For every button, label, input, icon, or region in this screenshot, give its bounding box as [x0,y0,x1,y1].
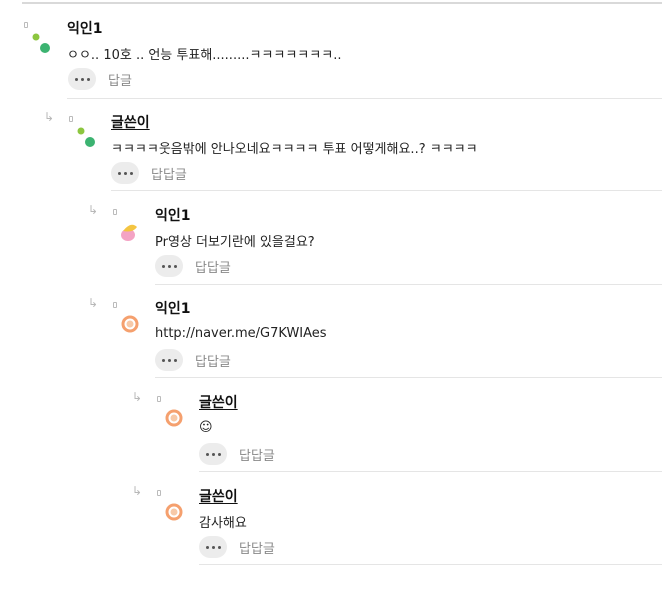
reply-link[interactable]: 답답글 [195,351,231,370]
more-options-button[interactable] [111,162,139,184]
reply-link[interactable]: 답답글 [151,164,187,183]
avatar[interactable] [24,22,58,62]
comment-text: 감사해요 [199,516,247,531]
comment-divider [199,564,662,565]
more-options-button[interactable] [68,68,96,90]
comment-item: ↳ 익인1 http://naver.me/G7KWIAes 답답글 [88,296,662,380]
more-options-button[interactable] [155,349,183,371]
comment-link[interactable]: http://naver.me/G7KWIAes [155,326,327,341]
avatar[interactable] [157,490,191,530]
comment-divider [67,98,662,99]
avatar[interactable] [157,396,191,436]
more-options-button[interactable] [199,443,227,465]
comment-author[interactable]: 글쓴이 [199,486,238,506]
yellow-pink-blob-icon [121,224,137,241]
comment-item: ↳ 글쓴이 감사해요 답답글 [132,484,662,568]
comment-text: ㅇㅇ.. 10호 .. 언능 투표해.........ㅋㅋㅋㅋㅋㅋㅋ.. [67,48,342,63]
green-dots-icon [77,127,95,147]
comment-text: ㅋㅋㅋㅋ웃음밖에 안나오네요ㅋㅋㅋㅋ 투표 어떻게해요..? ㅋㅋㅋㅋ [111,142,478,157]
reply-link[interactable]: 답답글 [239,538,275,557]
top-divider [22,2,662,4]
more-options-button[interactable] [199,536,227,558]
comment-author[interactable]: 익인1 [155,205,191,225]
comment-divider [111,190,662,191]
comment-item: ↳ 글쓴이 ㅋㅋㅋㅋ웃음밖에 안나오네요ㅋㅋㅋㅋ 투표 어떻게해요..? ㅋㅋㅋ… [44,110,662,194]
comment-text: Pr영상 더보기란에 있을걸요? [155,235,315,250]
avatar[interactable] [113,302,147,342]
comment-text: ☺ [199,420,213,435]
comment-author[interactable]: 익인1 [155,298,191,318]
reply-arrow-icon: ↳ [88,296,99,310]
comment-item: ↳ 글쓴이 ☺ 답답글 [132,390,662,474]
orange-ring-icon [165,409,183,427]
comment-author[interactable]: 글쓴이 [111,112,150,132]
reply-link[interactable]: 답글 [108,70,132,89]
comment-divider [155,377,662,378]
comment-item: 익인1 ㅇㅇ.. 10호 .. 언능 투표해.........ㅋㅋㅋㅋㅋㅋㅋ..… [22,18,662,100]
orange-ring-icon [165,503,183,521]
comment-item: ↳ 익인1 Pr영상 더보기란에 있을걸요? 답답글 [88,203,662,287]
comment-divider [199,471,662,472]
comment-author[interactable]: 익인1 [67,18,103,38]
reply-arrow-icon: ↳ [44,110,55,124]
comment-divider [155,284,662,285]
comment-author[interactable]: 글쓴이 [199,392,238,412]
avatar[interactable] [113,209,147,249]
reply-link[interactable]: 답답글 [195,257,231,276]
more-options-button[interactable] [155,255,183,277]
reply-arrow-icon: ↳ [132,484,143,498]
avatar[interactable] [69,116,103,156]
reply-link[interactable]: 답답글 [239,445,275,464]
orange-ring-icon [121,315,139,333]
reply-arrow-icon: ↳ [132,390,143,404]
green-dots-icon [32,33,50,53]
reply-arrow-icon: ↳ [88,203,99,217]
